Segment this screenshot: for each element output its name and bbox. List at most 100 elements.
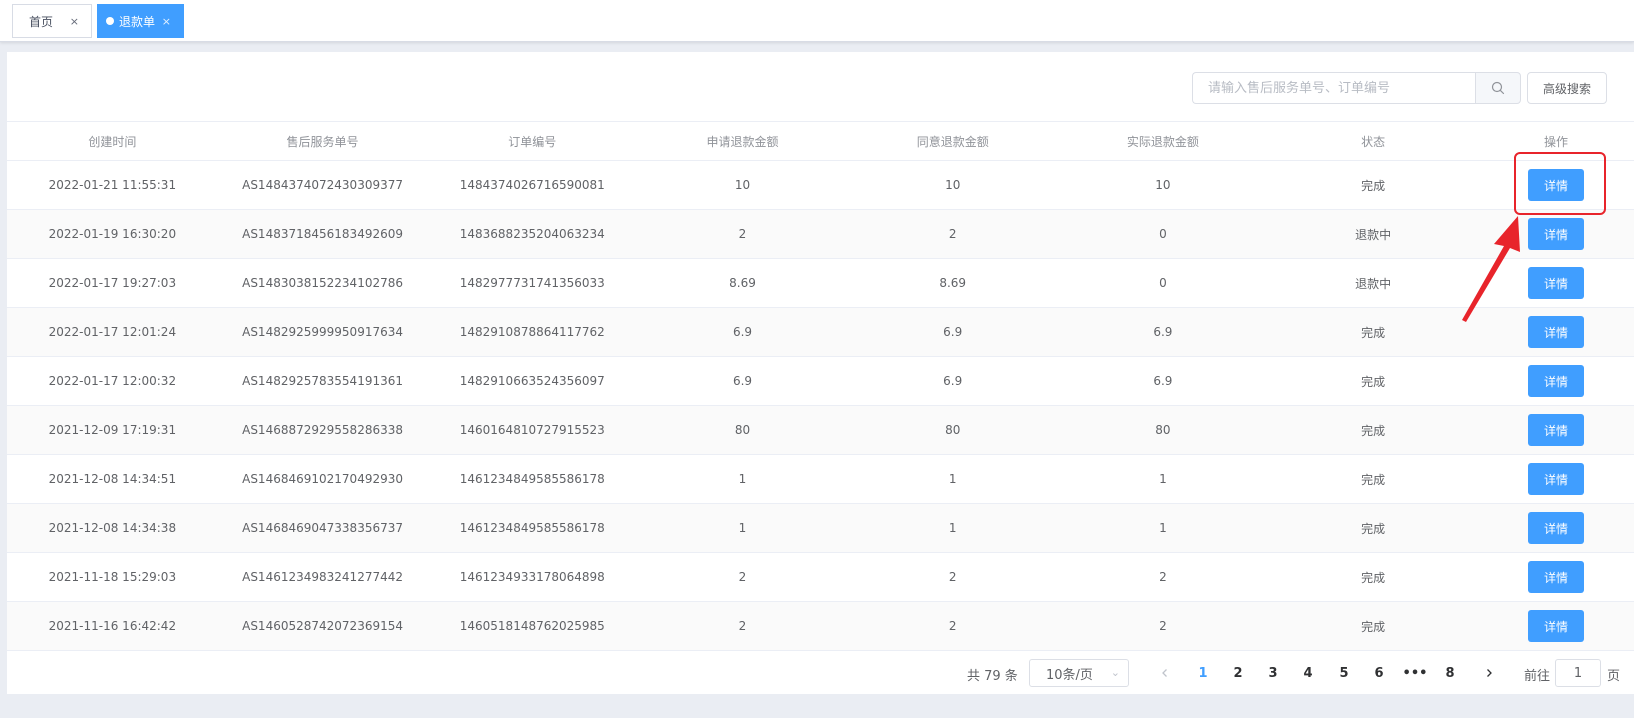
table-row: 2022-01-21 11:55:31 AS148437407243030937… [7, 161, 1634, 210]
cell-service-no: AS1483038152234102786 [242, 276, 403, 290]
cell-approved-amount: 10 [945, 178, 961, 192]
cell-action: 详情 [1478, 218, 1634, 250]
cell-status: 完成 [1361, 374, 1386, 389]
column-header: 操作 [1544, 134, 1569, 149]
cell-requested-amount: 1 [738, 472, 747, 486]
cell-order-no: 1482910663524356097 [459, 374, 605, 388]
cell-actual-amount: 0 [1159, 227, 1167, 241]
detail-button[interactable]: 详情 [1528, 610, 1584, 642]
cell-created-time: 2021-12-08 14:34:38 [48, 521, 177, 535]
detail-button[interactable]: 详情 [1528, 561, 1584, 593]
table-row: 2021-11-18 15:29:03 AS146123498324127744… [7, 553, 1634, 602]
cell-requested-amount: 2 [738, 227, 747, 241]
table-row: 2022-01-19 16:30:20 AS148371845618349260… [7, 210, 1634, 259]
table-row: 2022-01-17 19:27:03 AS148303815223410278… [7, 259, 1634, 308]
tab-label: 退款单 [119, 14, 156, 29]
detail-button[interactable]: 详情 [1528, 414, 1584, 446]
page-number[interactable]: 6 [1367, 661, 1391, 685]
detail-button[interactable]: 详情 [1528, 218, 1584, 250]
detail-button[interactable]: 详情 [1528, 365, 1584, 397]
tab-label: 首页 [29, 14, 54, 29]
cell-action: 详情 [1478, 414, 1634, 446]
cell-status: 完成 [1361, 521, 1386, 536]
detail-button[interactable]: 详情 [1528, 512, 1584, 544]
page-number[interactable]: 5 [1332, 661, 1356, 685]
page-size-select[interactable]: 10条/页 ⌄ [1029, 659, 1129, 687]
cell-approved-amount: 2 [948, 619, 957, 633]
cell-status: 完成 [1361, 325, 1386, 340]
detail-button[interactable]: 详情 [1528, 267, 1584, 299]
cell-status: 完成 [1361, 619, 1386, 634]
cell-requested-amount: 8.69 [729, 276, 756, 290]
cell-status: 完成 [1361, 178, 1386, 193]
search-input[interactable] [1192, 72, 1475, 104]
cell-order-no: 1483688235204063234 [459, 227, 605, 241]
detail-button[interactable]: 详情 [1528, 463, 1584, 495]
more-pages-icon[interactable]: ••• [1403, 661, 1428, 685]
cell-approved-amount: 2 [948, 570, 957, 584]
chevron-down-icon: ⌄ [1110, 666, 1120, 679]
cell-action: 详情 [1478, 365, 1634, 397]
cell-service-no: AS1461234983241277442 [242, 570, 403, 584]
next-page-button[interactable] [1477, 661, 1501, 685]
cell-actual-amount: 1 [1159, 472, 1167, 486]
table-row: 2021-12-08 14:34:51 AS146846910217049293… [7, 455, 1634, 504]
cell-action: 详情 [1478, 512, 1634, 544]
cell-approved-amount: 6.9 [943, 374, 963, 388]
detail-button[interactable]: 详情 [1528, 316, 1584, 348]
search-button[interactable] [1475, 72, 1521, 104]
cell-approved-amount: 6.9 [943, 325, 963, 339]
table-row: 2022-01-17 12:00:32 AS148292578355419136… [7, 357, 1634, 406]
page-number[interactable]: 8 [1438, 661, 1462, 685]
cell-action: 详情 [1478, 316, 1634, 348]
close-icon[interactable]: × [162, 15, 171, 28]
cell-order-no: 1461234849585586178 [459, 521, 605, 535]
column-header: 创建时间 [88, 134, 137, 149]
table-body: 2022-01-21 11:55:31 AS148437407243030937… [7, 161, 1634, 651]
cell-actual-amount: 80 [1155, 423, 1171, 437]
tab-home[interactable]: 首页 × [12, 4, 92, 38]
table-row: 2021-12-09 17:19:31 AS146887292955828633… [7, 406, 1634, 455]
goto-suffix: 页 [1607, 669, 1621, 684]
advanced-search-button[interactable]: 高级搜索 [1527, 72, 1607, 104]
page-number[interactable]: 4 [1296, 661, 1320, 685]
cell-requested-amount: 10 [734, 178, 751, 192]
cell-order-no: 1484374026716590081 [459, 178, 605, 192]
cell-order-no: 1482910878864117762 [459, 325, 605, 339]
cell-service-no: AS1468872929558286338 [242, 423, 403, 437]
cell-actual-amount: 2 [1159, 570, 1167, 584]
cell-status: 退款中 [1355, 276, 1392, 291]
cell-requested-amount: 6.9 [732, 374, 753, 388]
column-header: 状态 [1361, 134, 1386, 149]
column-header: 售后服务单号 [286, 134, 359, 149]
cell-service-no: AS1482925999950917634 [242, 325, 403, 339]
cell-order-no: 1482977731741356033 [459, 276, 605, 290]
cell-actual-amount: 10 [1155, 178, 1171, 192]
cell-actual-amount: 1 [1159, 521, 1167, 535]
tab-refund[interactable]: 退款单 × [97, 4, 184, 38]
column-header: 同意退款金额 [916, 134, 989, 149]
page-number[interactable]: 1 [1191, 661, 1215, 685]
page-number[interactable]: 2 [1226, 661, 1250, 685]
goto-page-input[interactable] [1555, 659, 1601, 687]
cell-requested-amount: 1 [738, 521, 747, 535]
column-header: 实际退款金额 [1126, 134, 1199, 149]
cell-requested-amount: 6.9 [732, 325, 753, 339]
page-number[interactable]: 3 [1261, 661, 1285, 685]
prev-page-button[interactable] [1153, 661, 1177, 685]
cell-action: 详情 [1478, 169, 1634, 201]
table-header: 创建时间 售后服务单号 订单编号 申请退款金额 同意退款金额 实际退款金额 状态… [7, 121, 1634, 161]
cell-approved-amount: 1 [948, 521, 957, 535]
cell-created-time: 2022-01-19 16:30:20 [48, 227, 177, 241]
cell-approved-amount: 80 [945, 423, 961, 437]
cell-status: 完成 [1361, 423, 1386, 438]
cell-service-no: AS1482925783554191361 [242, 374, 403, 388]
cell-requested-amount: 80 [734, 423, 751, 437]
detail-button[interactable]: 详情 [1528, 169, 1584, 201]
close-icon[interactable]: × [70, 15, 79, 28]
cell-created-time: 2022-01-17 12:01:24 [48, 325, 177, 339]
cell-service-no: AS1468469047338356737 [242, 521, 403, 535]
cell-requested-amount: 2 [738, 619, 747, 633]
cell-action: 详情 [1478, 267, 1634, 299]
cell-order-no: 1460164810727915523 [459, 423, 605, 437]
